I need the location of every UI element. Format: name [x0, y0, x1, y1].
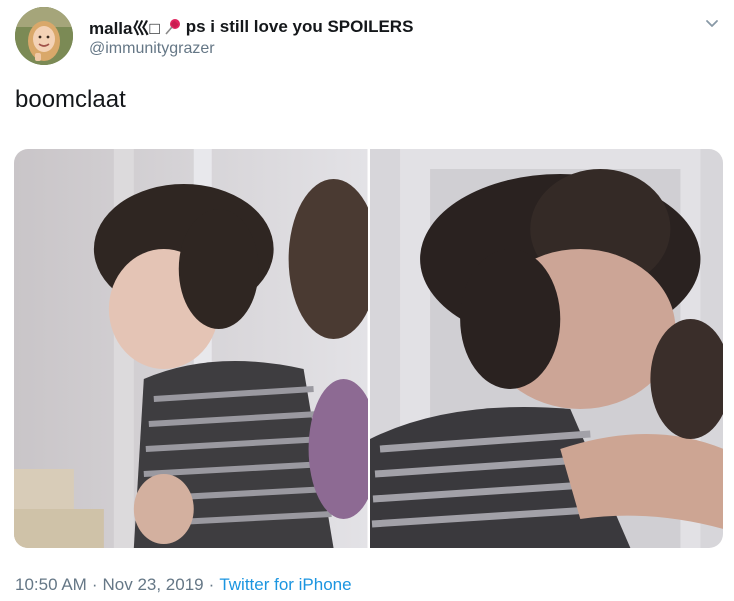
photo-2[interactable] — [369, 149, 723, 548]
tweet-source-link[interactable]: Twitter for iPhone — [219, 575, 351, 595]
name-row[interactable]: malla⼮□ ps i still love you SPOILERS — [89, 14, 413, 39]
tweet-date[interactable]: Nov 23, 2019 — [103, 575, 204, 595]
display-name[interactable]: malla⼮□ — [89, 14, 160, 39]
avatar[interactable] — [15, 7, 73, 65]
tweet-time[interactable]: 10:50 AM — [15, 575, 87, 595]
tweet-card: malla⼮□ ps i still love you SPOILERS @im… — [0, 0, 734, 601]
pushpin-icon — [164, 18, 182, 36]
tweet-meta: 10:50 AM · Nov 23, 2019 · Twitter for iP… — [15, 575, 352, 595]
tweet-text: boomclaat — [15, 86, 126, 113]
photo-1[interactable] — [14, 149, 368, 548]
display-name-suffix[interactable]: ps i still love you SPOILERS — [186, 17, 414, 37]
media-grid — [14, 149, 723, 548]
chevron-down-icon[interactable] — [702, 13, 722, 33]
user-handle[interactable]: @immunitygrazer — [89, 40, 215, 58]
meta-separator: · — [208, 575, 215, 594]
meta-separator: · — [91, 575, 98, 594]
avatar-image — [15, 7, 73, 65]
